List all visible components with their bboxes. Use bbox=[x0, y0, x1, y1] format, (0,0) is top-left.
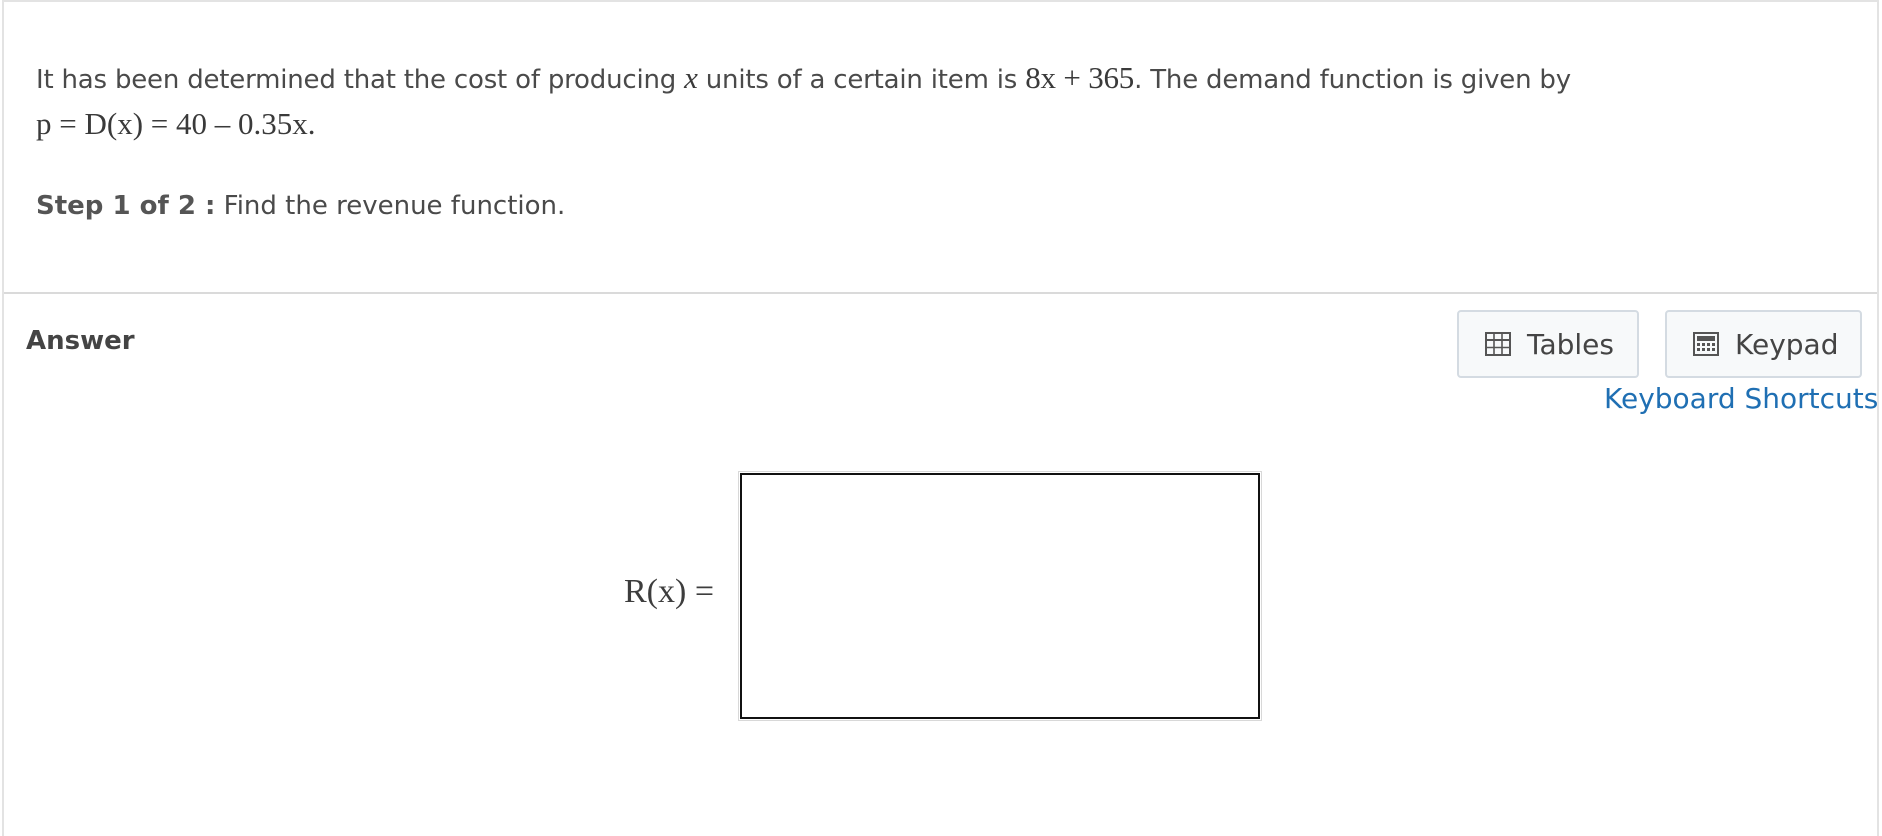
question-text-line-2: p = D(x) = 40 – 0.35x. bbox=[36, 104, 316, 145]
answer-input-box[interactable] bbox=[738, 471, 1262, 721]
cost-expression: 8x + 365 bbox=[1025, 60, 1135, 95]
keypad-button-label: Keypad bbox=[1735, 327, 1839, 361]
question-text-segment: . The demand function is given by bbox=[1134, 65, 1571, 95]
variable-x: x bbox=[684, 60, 698, 95]
step-text: Find the revenue function. bbox=[223, 191, 566, 221]
revenue-function-label: R(x) = bbox=[624, 573, 714, 610]
question-panel: It has been determined that the cost of … bbox=[2, 0, 1879, 836]
tables-button-label: Tables bbox=[1527, 327, 1614, 361]
answer-heading: Answer bbox=[26, 326, 135, 356]
demand-expression: p = D(x) = 40 – 0.35x bbox=[36, 106, 308, 141]
question-text-segment: It has been determined that the cost of … bbox=[36, 65, 677, 95]
table-icon bbox=[1485, 332, 1511, 356]
question-text-segment: units of a certain item is bbox=[705, 65, 1018, 95]
tables-button[interactable]: Tables bbox=[1457, 310, 1639, 378]
question-text-line-1: It has been determined that the cost of … bbox=[36, 58, 1571, 100]
keyboard-shortcuts-link[interactable]: Keyboard Shortcuts bbox=[1604, 382, 1878, 415]
question-section: It has been determined that the cost of … bbox=[4, 2, 1877, 294]
step-instruction: Step 1 of 2 : Find the revenue function. bbox=[36, 186, 565, 226]
step-label: Step 1 of 2 : bbox=[36, 191, 216, 221]
calculator-icon bbox=[1693, 332, 1719, 356]
keypad-button[interactable]: Keypad bbox=[1665, 310, 1862, 378]
demand-period: . bbox=[307, 106, 316, 141]
